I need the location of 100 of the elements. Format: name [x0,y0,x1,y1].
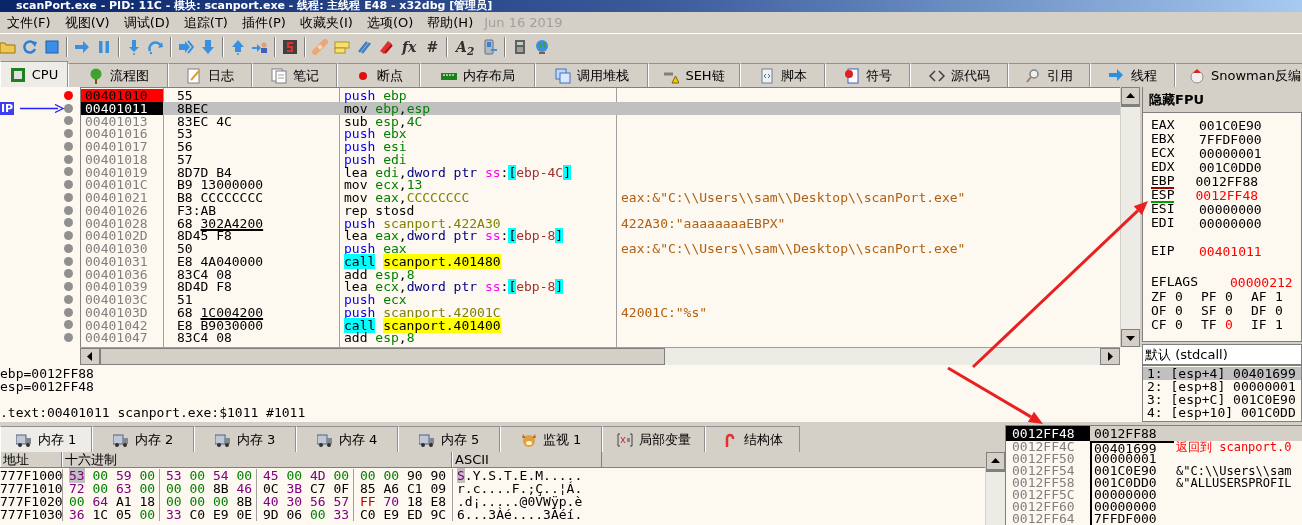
hex-byte[interactable]: C1 [406,481,423,496]
tab[interactable]: 局部变量 [602,426,705,452]
hex-byte[interactable]: 57 [333,494,350,509]
scroll-down-button[interactable] [1121,329,1140,347]
scroll-thumb[interactable] [100,348,665,365]
hex-byte[interactable]: 05 [115,507,132,522]
toolbar-button[interactable]: A$_{2}$ [454,37,477,57]
hex-byte[interactable]: C0 [360,507,376,522]
hex-byte[interactable]: C0 [189,507,206,522]
menu-item[interactable]: 调试(D) [116,12,177,33]
tab[interactable]: 内存 2 [92,426,194,452]
menu-item[interactable]: 文件(F) [0,12,58,33]
hex-byte[interactable]: 00 [212,494,229,509]
hex-byte[interactable]: E9 [212,507,229,522]
hex-byte[interactable]: 33 [166,507,182,522]
hex-byte[interactable]: 18 [406,494,423,509]
arrow-up-icon[interactable] [230,39,246,55]
arrow-down-icon[interactable] [200,39,216,55]
hex-byte[interactable]: 53 [166,468,182,483]
hex-byte[interactable]: 00 [139,507,156,522]
hex-byte[interactable]: 00 [69,494,85,509]
tab[interactable]: 结构体 [705,426,800,452]
hex-byte[interactable]: 00 [189,468,206,483]
pause-icon[interactable] [96,39,112,55]
menu-item[interactable]: 帮助(H) [420,12,481,33]
restart-icon[interactable] [22,39,38,55]
toolbar-button[interactable]: # [424,37,441,57]
tab[interactable]: 线程 [1090,63,1175,87]
menu-item[interactable]: 追踪(T) [176,12,235,33]
hex-byte[interactable]: 00 [333,468,350,483]
scrollbar[interactable] [985,452,1005,525]
hex-byte[interactable]: 0E [236,507,253,522]
hex-byte[interactable]: 90 [430,468,447,483]
tab[interactable]: 内存 5 [398,426,500,452]
hex-byte[interactable]: ED [406,507,423,522]
hex-byte[interactable]: 00 [189,494,206,509]
stop-icon[interactable] [44,39,60,55]
scroll-up-button[interactable] [986,452,1005,470]
hex-byte[interactable]: 63 [115,481,132,496]
scrollbar[interactable] [80,347,1120,365]
hex-byte[interactable]: 06 [286,507,303,522]
note-icon[interactable] [334,39,350,55]
hex-byte[interactable]: 46 [236,481,253,496]
hex-byte[interactable]: 00 [286,468,303,483]
folder-icon[interactable] [0,39,16,55]
step-over-icon[interactable] [148,39,164,55]
tab[interactable]: 符号 [825,63,910,87]
scrollbar[interactable] [1120,87,1140,347]
hex-byte[interactable]: 00 [166,494,182,509]
menu-item[interactable]: 插件(P) [234,12,293,33]
hex-byte[interactable]: E8 [430,494,447,509]
hex-byte[interactable]: 09 [430,481,447,496]
hex-byte[interactable]: 3B [286,481,303,496]
menu-item[interactable]: 收藏夹(I) [292,12,360,33]
hex-byte[interactable]: FF [360,494,376,509]
double-arrow-icon[interactable] [178,39,194,55]
argument-row[interactable]: 4: [esp+10] 001C0DD [1143,406,1301,419]
hex-byte[interactable]: 8B [236,494,253,509]
hex-byte[interactable]: 59 [115,468,132,483]
hex-byte[interactable]: 00 [92,468,109,483]
calling-convention-dropdown[interactable]: 默认 (stdcall) [1142,344,1302,365]
tab[interactable]: 内存 1 [0,426,92,452]
hex-byte[interactable]: 90 [406,468,423,483]
scroll-thumb[interactable] [986,470,1005,472]
hex-byte[interactable]: 53 [69,468,85,483]
scroll-left-button[interactable] [80,348,100,365]
hex-byte[interactable]: 45 [263,468,279,483]
tag-icon[interactable] [378,39,394,55]
hex-byte[interactable]: 00 [139,481,156,496]
hex-byte[interactable]: 8B [212,481,229,496]
hex-byte[interactable]: 00 [92,481,109,496]
menu-item[interactable]: 视图(V) [57,12,117,33]
tab[interactable]: 笔记 [252,63,337,87]
hex-byte[interactable]: 40 [263,494,279,509]
column-header[interactable]: 十六进制 [62,452,452,467]
hex-byte[interactable]: 56 [309,494,326,509]
tab[interactable]: 断点 [337,63,420,87]
tab[interactable]: CPU [0,61,68,87]
argument-row[interactable]: 3: [esp+C] 001C0E90 [1143,393,1301,406]
hex-byte[interactable]: 00 [383,468,400,483]
hex-byte[interactable]: 0C [263,481,279,496]
hex-byte[interactable]: C7 [309,481,326,496]
tab[interactable]: Snowman反编 [1175,63,1302,87]
hex-byte[interactable]: 70 [383,494,400,509]
tab[interactable]: 内存 4 [296,426,398,452]
tab[interactable]: 流程图 [68,63,168,87]
hex-byte[interactable]: 0F [333,481,350,496]
hex-byte[interactable]: E9 [383,507,400,522]
tab[interactable]: 源代码 [910,63,1008,87]
globe-icon[interactable] [534,39,551,55]
scroll-right-button[interactable] [1100,348,1120,365]
hex-byte[interactable]: 33 [333,507,350,522]
hex-byte[interactable]: 54 [212,468,229,483]
hex-byte[interactable]: 00 [139,468,156,483]
hex-byte[interactable]: 18 [139,494,156,509]
hex-byte[interactable]: 64 [92,494,109,509]
tab[interactable]: 日志 [168,63,252,87]
argument-row[interactable]: 1: [esp+4] 00401699 [1143,367,1301,380]
hex-byte[interactable]: 00 [166,481,182,496]
tab[interactable]: 引用 [1008,63,1090,87]
